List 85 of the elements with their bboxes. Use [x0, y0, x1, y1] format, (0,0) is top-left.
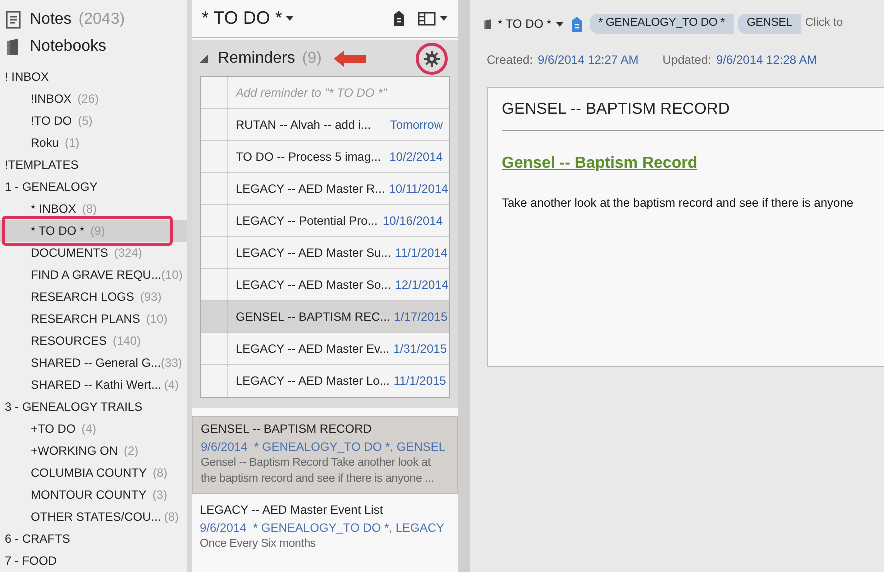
reminder-row[interactable]: LEGACY -- AED Master Lo... 11/1/2015	[201, 365, 449, 397]
reminder-row[interactable]: LEGACY -- Potential Pro... 10/16/2014	[201, 205, 449, 237]
note-title: GENSEL -- BAPTISM RECORD	[502, 88, 884, 131]
view-options-button[interactable]	[418, 12, 448, 26]
item-count: (2043)	[78, 10, 126, 30]
reminder-title: LEGACY -- AED Master R...	[235, 180, 386, 198]
updated-label: Updated:	[662, 52, 712, 69]
notebook-item[interactable]: +WORKING ON (2)	[0, 440, 187, 462]
note-card[interactable]: GENSEL -- BAPTISM RECORD 9/6/2014 * GENEALOGY_TO DO *, GENSEL Gensel -- Baptism Record Take another look at the baptism record and see if there is anyone ...	[192, 416, 458, 494]
reminder-date: 10/16/2014	[382, 212, 444, 230]
notebook-item[interactable]: !TO DO (5)	[0, 110, 187, 132]
note-link[interactable]: Gensel -- Baptism Record	[502, 152, 698, 176]
reminder-title: TO DO -- Process 5 imag...	[235, 148, 382, 166]
reminder-title: LEGACY -- Potential Pro...	[235, 212, 378, 230]
arrow-annotation	[334, 51, 366, 67]
notebook-item[interactable]: 1 - GENEALOGY	[0, 176, 187, 198]
tag-chip[interactable]: * GENEALOGY_TO DO *	[590, 14, 734, 34]
reminder-row[interactable]: LEGACY -- AED Master R... 10/11/2014	[201, 173, 449, 205]
reminder-title: RUTAN -- Alvah -- add i...	[235, 116, 372, 134]
reminder-title: LEGACY -- AED Master Lo...	[235, 373, 390, 390]
created-label: Created:	[487, 52, 534, 69]
notebook-item[interactable]: FIND A GRAVE REQU...(10)	[0, 264, 187, 286]
note-snippet: Once Every Six months	[200, 537, 317, 552]
reminder-title: LEGACY -- AED Master Su...	[235, 244, 392, 262]
reminder-date: 10/11/2014	[388, 180, 450, 198]
note-icon	[6, 10, 22, 28]
notebook-item[interactable]: SHARED -- Kathi Wert... (4)	[0, 374, 187, 396]
notebook-item[interactable]: DOCUMENTS (324)	[0, 242, 187, 264]
reminder-row[interactable]: LEGACY -- AED Master Su... 11/1/2014	[201, 237, 449, 269]
reminder-date: 1/17/2015	[393, 308, 449, 326]
note-snippet: Gensel -- Baptism Record Take another look at the baptism record and see if there is anyone ...	[201, 456, 436, 487]
notebook-item[interactable]: 7 - FOOD	[0, 550, 187, 572]
notebook-item[interactable]: RESOURCES (140)	[0, 330, 187, 352]
reminder-row[interactable]: TO DO -- Process 5 imag... 10/2/2014	[201, 141, 449, 173]
notebook-item[interactable]: Roku (1)	[0, 132, 187, 154]
notebook-item[interactable]: SHARED -- General G...(33)	[0, 352, 187, 374]
notebook-item[interactable]: * INBOX (8)	[0, 198, 187, 220]
notebook-title-dropdown[interactable]: * TO DO *	[202, 5, 294, 32]
notebook-item[interactable]: RESEARCH PLANS (10)	[0, 308, 187, 330]
caret-icon	[286, 16, 294, 21]
note-meta: 9/6/2014 * GENEALOGY_TO DO *, GENSEL	[201, 439, 447, 455]
settings-icon[interactable]	[424, 51, 440, 67]
notebook-item[interactable]: MONTOUR COUNTY (3)	[0, 484, 187, 506]
created-date: 9/6/2014 12:27 AM	[538, 52, 639, 69]
notebook-item[interactable]: RESEARCH LOGS (93)	[0, 286, 187, 308]
reminder-row[interactable]: RUTAN -- Alvah -- add i... Tomorrow	[201, 109, 449, 141]
notebook-icon	[484, 18, 494, 30]
notebook-item[interactable]: !TEMPLATES	[0, 154, 187, 176]
note-card[interactable]: LEGACY -- AED Master Event List 9/6/2014 * GENEALOGY_TO DO *, LEGACY Once Every Six months	[192, 498, 458, 556]
notebook-dropdown[interactable]: * TO DO *	[498, 15, 564, 33]
reminder-date: 10/2/2014	[388, 148, 444, 166]
notebook-item[interactable]: COLUMBIA COUNTY (8)	[0, 462, 187, 484]
note-title: LEGACY -- AED Master Event List	[200, 502, 384, 518]
notebook-item[interactable]: 3 - GENEALOGY TRAILS	[0, 396, 187, 418]
layout-icon	[418, 12, 436, 26]
notebook-item[interactable]: +TO DO (4)	[0, 418, 187, 440]
note-title: GENSEL -- BAPTISM RECORD	[201, 421, 373, 437]
reminder-title: LEGACY -- AED Master So...	[235, 276, 392, 294]
note-meta: 9/6/2014 * GENEALOGY_TO DO *, LEGACY	[200, 520, 446, 536]
reminder-date: 11/1/2015	[392, 373, 448, 390]
reminder-title: GENSEL -- BAPTISM REC...	[235, 308, 390, 326]
reminders-label: Reminders	[218, 49, 296, 69]
reminder-row[interactable]: GENSEL -- BAPTISM REC... 1/17/2015	[201, 301, 449, 333]
reminder-date: 12/1/2014	[394, 276, 450, 294]
notebook-item[interactable]: * TO DO * (9)	[0, 220, 187, 242]
updated-date: 9/6/2014 12:28 AM	[716, 52, 818, 69]
notebook-item[interactable]: 6 - CRAFTS	[0, 528, 187, 550]
caret-icon	[440, 16, 448, 21]
caret-icon	[556, 22, 564, 26]
item-label: Notes	[30, 10, 72, 30]
reminders-count: (9)	[302, 49, 322, 69]
reminder-row[interactable]: LEGACY -- AED Master Ev... 1/31/2015	[201, 333, 449, 365]
notebook-item[interactable]: !INBOX (26)	[0, 88, 187, 110]
reminder-date: 11/1/2014	[394, 244, 449, 262]
reminder-date: Tomorrow	[389, 116, 444, 134]
tag-icon[interactable]	[394, 11, 404, 26]
tag-hint: Click to	[805, 16, 844, 32]
tag-chip[interactable]: GENSEL	[738, 14, 802, 34]
notebook-item[interactable]: OTHER STATES/COU... (8)	[0, 506, 187, 528]
reminder-date: 1/31/2015	[392, 340, 448, 358]
reminder-title: LEGACY -- AED Master Ev...	[235, 340, 390, 358]
item-label: Notebooks	[30, 36, 106, 56]
scrollbar[interactable]	[458, 0, 470, 572]
notebook-item[interactable]: ! INBOX	[0, 66, 187, 88]
note-body: Take another look at the baptism record and see if there is anyone	[502, 195, 855, 212]
